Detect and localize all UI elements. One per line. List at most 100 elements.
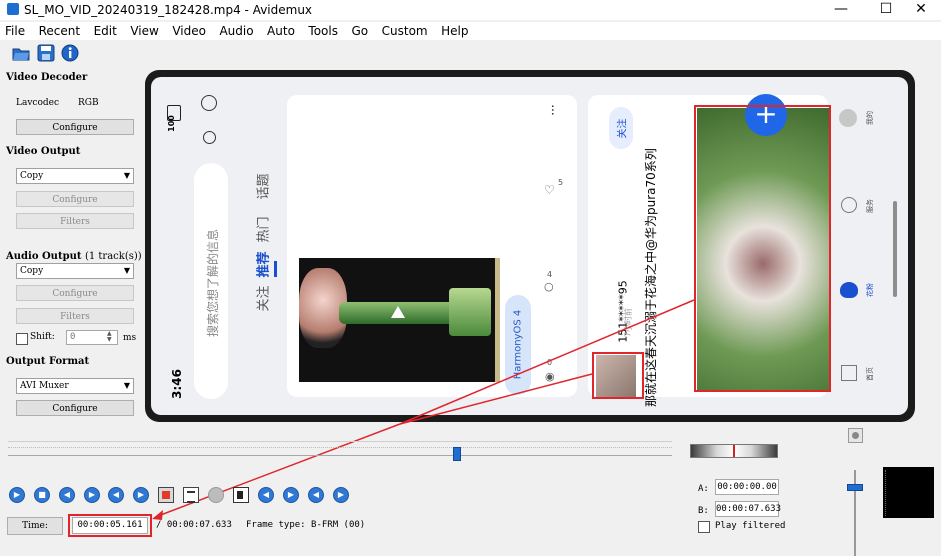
- menu-custom[interactable]: Custom: [377, 22, 433, 40]
- current-time-field[interactable]: 00:00:05.161: [72, 517, 148, 534]
- video-output-heading: Video Output: [6, 146, 81, 157]
- stop-button[interactable]: ■: [34, 487, 50, 503]
- save-icon[interactable]: [37, 44, 55, 62]
- audio-output-select[interactable]: Copy ▼: [16, 263, 134, 279]
- next-keyframe-button[interactable]: ▶: [133, 487, 149, 503]
- comment-icon[interactable]: ○: [544, 280, 554, 293]
- video-decoder-heading: Video Decoder: [6, 72, 88, 83]
- marker-a-field: 00:00:00.00: [715, 479, 779, 495]
- scrollbar[interactable]: [893, 201, 897, 297]
- marker-a-label: A:: [698, 484, 709, 494]
- go-to-end-button[interactable]: ▶: [283, 487, 299, 503]
- shift-label: Shift:: [30, 332, 55, 342]
- video-configure-button[interactable]: Configure: [16, 191, 134, 207]
- status-time: 3:46: [169, 369, 184, 399]
- tab-recommended[interactable]: 推荐: [253, 251, 272, 277]
- nav-mine: 我的: [866, 111, 874, 125]
- play-icon: [391, 306, 405, 318]
- menu-bar: File Recent Edit View Video Audio Auto T…: [0, 22, 941, 40]
- video-output-select[interactable]: Copy ▼: [16, 168, 134, 184]
- play-filtered-label: Play filtered: [715, 521, 786, 531]
- video-filters-button[interactable]: Filters: [16, 213, 134, 229]
- timeline-track[interactable]: [8, 455, 672, 456]
- format-configure-button[interactable]: Configure: [16, 400, 134, 416]
- total-time: / 00:00:07.633: [156, 520, 232, 530]
- harmony-tag-label: HarmonyOS 4: [512, 309, 524, 380]
- previous-black-frame-button[interactable]: ◀: [308, 487, 324, 503]
- output-format-heading: Output Format: [6, 356, 90, 367]
- chevron-down-icon: ▼: [123, 266, 130, 275]
- play-filtered-checkbox[interactable]: [698, 521, 710, 533]
- time-button[interactable]: Time:: [7, 517, 63, 535]
- maximize-button[interactable]: ☐: [866, 0, 906, 20]
- next-black-frame-button[interactable]: ▶: [333, 487, 349, 503]
- set-marker-b-button[interactable]: [183, 487, 199, 503]
- previous-frame-button[interactable]: ◀: [59, 487, 75, 503]
- chevron-down-icon: ▼: [123, 381, 130, 390]
- active-tab-indicator: [274, 261, 277, 277]
- go-to-start-button[interactable]: ◀: [258, 487, 274, 503]
- menu-recent[interactable]: Recent: [34, 22, 85, 40]
- volume-slider-thumb[interactable]: [847, 484, 863, 492]
- menu-edit[interactable]: Edit: [89, 22, 122, 40]
- message-icon: [201, 95, 217, 111]
- huafen-nav-icon[interactable]: [840, 282, 858, 298]
- set-marker-a-button[interactable]: [158, 487, 174, 503]
- close-button[interactable]: ✕: [901, 0, 941, 20]
- menu-tools[interactable]: Tools: [303, 22, 343, 40]
- menu-video[interactable]: Video: [167, 22, 211, 40]
- home-nav-icon[interactable]: [841, 365, 857, 381]
- shift-checkbox[interactable]: [16, 333, 28, 345]
- audio-filters-button[interactable]: Filters: [16, 308, 134, 324]
- service-nav-icon[interactable]: [841, 197, 857, 213]
- volume-icon[interactable]: [848, 428, 863, 443]
- minimize-button[interactable]: —: [821, 0, 861, 20]
- post-text: 那就在这春天沉溺于花海之中@华为pura70系列: [644, 148, 658, 407]
- menu-audio[interactable]: Audio: [214, 22, 258, 40]
- post-time: 7小时前: [623, 307, 633, 338]
- more-options-icon[interactable]: ...: [543, 104, 557, 115]
- toolbar: [0, 40, 941, 66]
- view-icon: ◉: [545, 370, 555, 383]
- like-icon[interactable]: ♡: [544, 183, 555, 197]
- menu-go[interactable]: Go: [346, 22, 373, 40]
- decoder-configure-button[interactable]: Configure: [16, 119, 134, 135]
- tab-hot[interactable]: 热门: [253, 216, 272, 242]
- tab-topics[interactable]: 话题: [253, 173, 272, 199]
- post-video-thumbnail[interactable]: [299, 258, 495, 382]
- shift-stepper-icon[interactable]: ▲ ▼: [107, 331, 112, 343]
- cut-button[interactable]: [208, 487, 224, 503]
- previous-keyframe-button[interactable]: ◀: [108, 487, 124, 503]
- annotation-box: [592, 352, 644, 399]
- menu-view[interactable]: View: [125, 22, 163, 40]
- timeline-ruler: [8, 441, 672, 442]
- menu-auto[interactable]: Auto: [262, 22, 300, 40]
- audio-output-heading: Audio Output (1 track(s)): [6, 251, 142, 262]
- menu-file[interactable]: File: [0, 22, 30, 40]
- volume-track[interactable]: [854, 470, 856, 556]
- view-count: 0: [547, 358, 553, 367]
- info-icon[interactable]: [61, 44, 79, 62]
- decoder-codec: Lavcodec: [16, 98, 60, 108]
- comment-count: 4: [547, 270, 553, 279]
- output-format-value: AVI Muxer: [20, 381, 69, 391]
- timeline-thumb[interactable]: [452, 447, 461, 461]
- play-button[interactable]: ▶: [9, 487, 25, 503]
- menu-help[interactable]: Help: [436, 22, 473, 40]
- user-search-icon: [203, 131, 216, 144]
- avidemux-app-icon: [7, 3, 19, 15]
- profile-nav-icon[interactable]: [839, 109, 857, 127]
- output-format-select[interactable]: AVI Muxer ▼: [16, 378, 134, 394]
- open-folder-icon[interactable]: [12, 44, 30, 62]
- audio-configure-button[interactable]: Configure: [16, 285, 134, 301]
- marker-b-field: 00:00:07.633: [715, 501, 781, 517]
- copy-button[interactable]: [233, 487, 249, 503]
- search-placeholder: 搜索您想了解的信息: [206, 229, 220, 338]
- audio-output-value: Copy: [20, 266, 44, 276]
- tab-follow[interactable]: 关注: [253, 285, 272, 311]
- shift-unit: ms: [123, 333, 137, 343]
- annotation-box: [694, 105, 831, 392]
- video-edge: [495, 258, 500, 382]
- next-frame-button[interactable]: ▶: [84, 487, 100, 503]
- like-count: 5: [558, 178, 564, 187]
